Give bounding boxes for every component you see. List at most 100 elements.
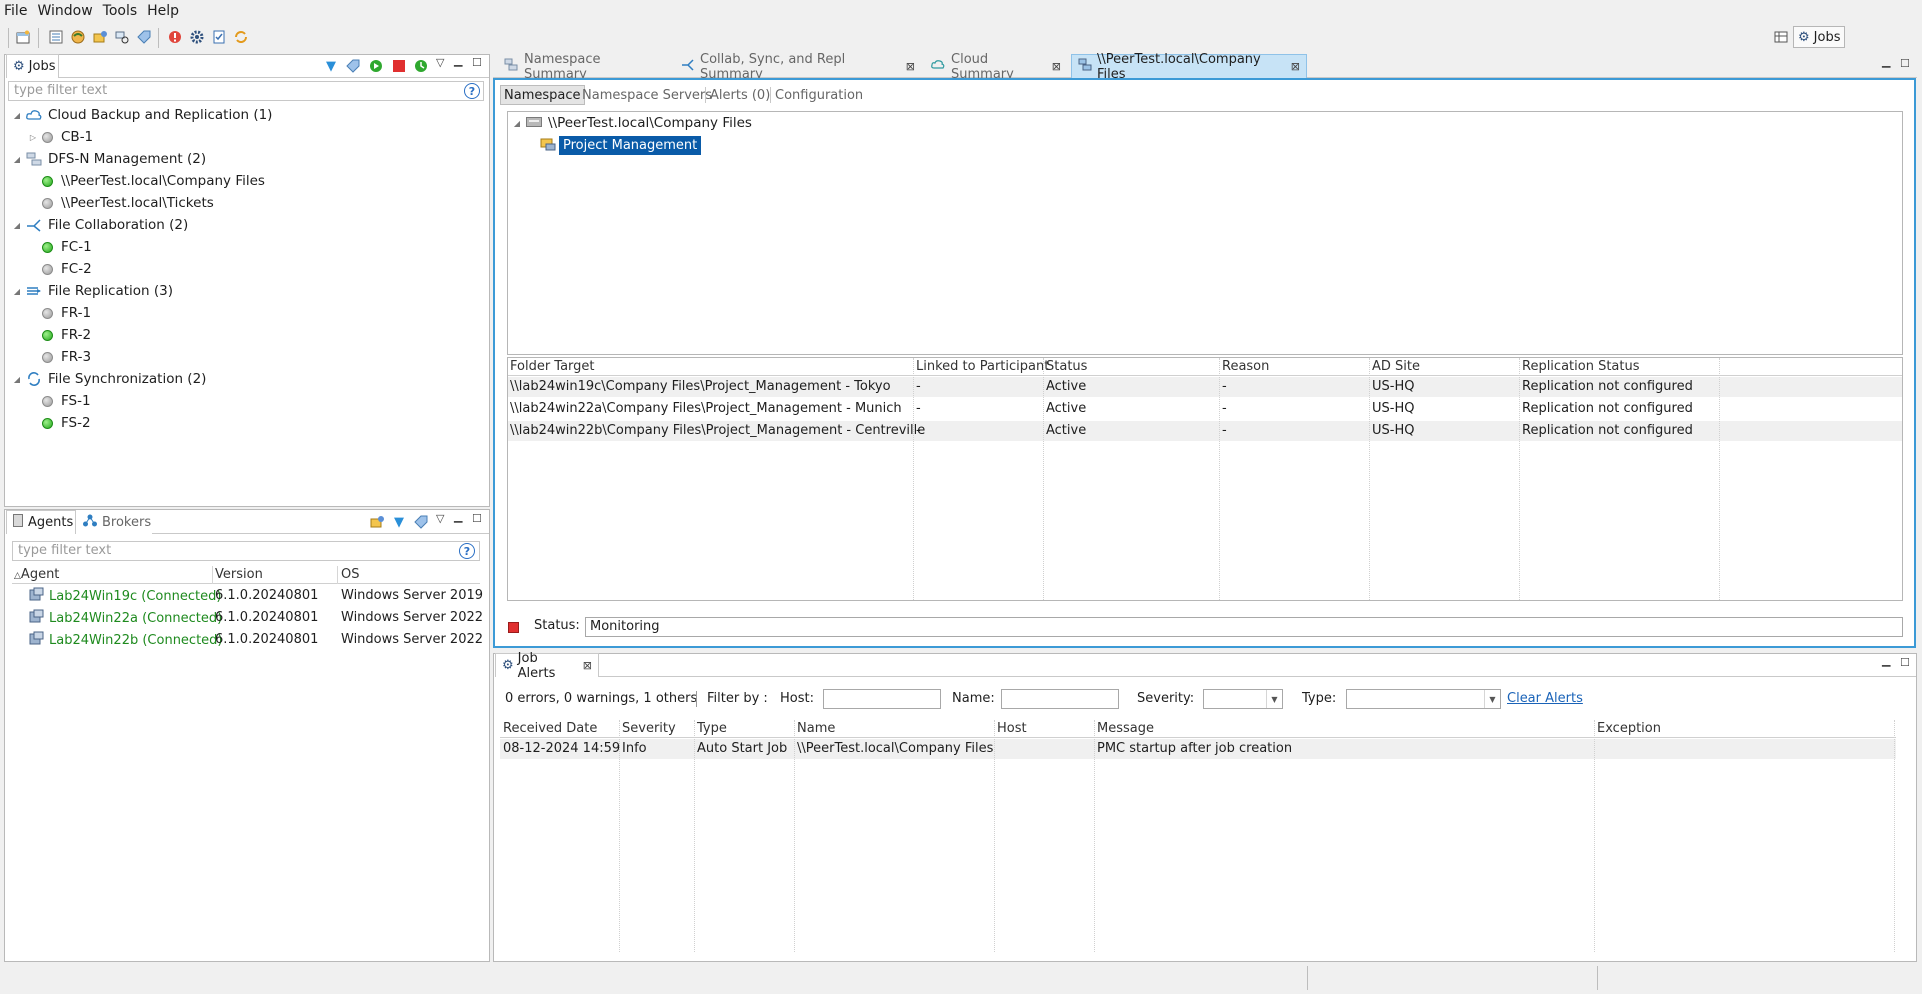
subtab-configuration[interactable]: Configuration — [772, 85, 866, 105]
collapse-icon[interactable]: ◢ — [12, 287, 22, 296]
filter-icon[interactable]: ▼ — [323, 58, 339, 74]
maximize-icon[interactable]: ☐ — [1900, 656, 1910, 669]
tab-cloud-summary[interactable]: Cloud Summary ⊠ — [924, 52, 1068, 82]
list-view-icon[interactable] — [48, 29, 64, 45]
tab-namespace-summary[interactable]: Namespace Summary — [497, 52, 669, 82]
tag-icon[interactable] — [413, 514, 429, 530]
close-tab-icon[interactable]: ⊠ — [906, 60, 915, 73]
tree-item-fr-1[interactable]: FR-1 — [42, 303, 91, 323]
subtab-namespace-servers[interactable]: Namespace Servers — [579, 85, 715, 105]
tag-icon[interactable] — [345, 58, 361, 74]
tree-category-replication[interactable]: ◢ File Replication (3) — [12, 281, 173, 301]
tab-brokers[interactable]: Brokers — [76, 510, 152, 534]
tab-job-alerts[interactable]: ⚙ Job Alerts ⊠ — [495, 651, 599, 681]
namespace-folder-project-management[interactable]: Project Management — [540, 135, 702, 155]
column-header-version[interactable]: Version — [215, 567, 263, 582]
tab-company-files[interactable]: \\PeerTest.local\Company Files ⊠ — [1071, 52, 1307, 82]
column-header-reason[interactable]: Reason — [1222, 359, 1269, 374]
agents-filter-input[interactable]: type filter text — [12, 541, 480, 561]
tree-category-dfsn[interactable]: ◢ DFS-N Management (2) — [12, 149, 206, 169]
stop-icon[interactable] — [508, 622, 519, 633]
column-header-status[interactable]: Status — [1046, 359, 1087, 374]
tree-item-fc-2[interactable]: FC-2 — [42, 259, 92, 279]
tree-item-fr-2[interactable]: FR-2 — [42, 325, 91, 345]
expand-icon[interactable]: ▷ — [28, 133, 38, 142]
folder-sync-icon[interactable] — [92, 29, 108, 45]
close-tab-icon[interactable]: ⊠ — [1052, 60, 1061, 73]
column-header-agent[interactable]: △Agent — [14, 567, 59, 582]
subtab-alerts[interactable]: Alerts (0) — [707, 85, 773, 105]
column-divider[interactable] — [212, 566, 213, 584]
column-header-folder-target[interactable]: Folder Target — [510, 359, 595, 374]
view-menu-icon[interactable]: ▽ — [436, 512, 444, 525]
collapse-icon[interactable]: ◢ — [12, 221, 22, 230]
minimize-icon[interactable]: ▁ — [1882, 654, 1890, 667]
column-header-type[interactable]: Type — [697, 721, 727, 736]
menu-tools[interactable]: Tools — [103, 3, 138, 19]
tree-item-fs-1[interactable]: FS-1 — [42, 391, 91, 411]
minimize-icon[interactable]: ▁ — [454, 54, 462, 67]
tree-category-cloud[interactable]: ◢ Cloud Backup and Replication (1) — [12, 105, 273, 125]
column-header-os[interactable]: OS — [341, 567, 359, 582]
column-header-replication-status[interactable]: Replication Status — [1522, 359, 1640, 374]
maximize-icon[interactable]: ☐ — [472, 56, 482, 69]
stop-job-icon[interactable] — [391, 58, 407, 74]
agent-row[interactable]: Lab24Win22b (Connected) — [28, 630, 223, 650]
name-filter-input[interactable] — [1001, 689, 1119, 709]
maximize-icon[interactable]: ☐ — [1900, 57, 1910, 70]
tree-item-tickets[interactable]: \\PeerTest.local\Tickets — [42, 193, 214, 213]
tab-jobs[interactable]: ⚙ Jobs — [6, 54, 59, 78]
help-icon[interactable]: ? — [459, 543, 475, 559]
collapse-icon[interactable]: ◢ — [12, 111, 22, 120]
menu-window[interactable]: Window — [37, 3, 92, 19]
column-header-exception[interactable]: Exception — [1597, 721, 1661, 736]
column-header-received-date[interactable]: Received Date — [503, 721, 597, 736]
minimize-icon[interactable]: ▁ — [1882, 55, 1890, 68]
clear-alerts-link[interactable]: Clear Alerts — [1507, 691, 1583, 706]
view-menu-icon[interactable]: ▽ — [436, 56, 444, 69]
open-perspective-icon[interactable] — [1773, 29, 1789, 45]
namespace-root[interactable]: ◢ \\PeerTest.local\Company Files — [512, 113, 752, 133]
menu-help[interactable]: Help — [147, 3, 179, 19]
column-header-linked[interactable]: Linked to Participant — [916, 359, 1049, 374]
column-header-name[interactable]: Name — [797, 721, 835, 736]
network-search-icon[interactable] — [114, 29, 130, 45]
tree-category-collab[interactable]: ◢ File Collaboration (2) — [12, 215, 188, 235]
alert-icon[interactable] — [167, 29, 183, 45]
collapse-icon[interactable]: ◢ — [12, 375, 22, 384]
subtab-namespace[interactable]: Namespace — [500, 85, 585, 105]
column-header-host[interactable]: Host — [997, 721, 1027, 736]
clipboard-check-icon[interactable] — [211, 29, 227, 45]
severity-select[interactable]: ▼ — [1203, 689, 1283, 709]
type-select[interactable]: ▼ — [1346, 689, 1501, 709]
filter-icon[interactable]: ▼ — [391, 514, 407, 530]
tree-category-sync[interactable]: ◢ File Synchronization (2) — [12, 369, 207, 389]
tag-icon[interactable] — [136, 29, 152, 45]
jobs-filter-input[interactable]: type filter text — [8, 81, 484, 101]
menu-file[interactable]: File — [4, 3, 27, 19]
gear-icon[interactable] — [189, 29, 205, 45]
tree-item-company-files[interactable]: \\PeerTest.local\Company Files — [42, 171, 265, 191]
close-tab-icon[interactable]: ⊠ — [1291, 60, 1300, 73]
tree-item-fc-1[interactable]: FC-1 — [42, 237, 92, 257]
column-header-message[interactable]: Message — [1097, 721, 1154, 736]
agent-row[interactable]: Lab24Win19c (Connected) — [28, 586, 221, 606]
close-tab-icon[interactable]: ⊠ — [583, 659, 592, 672]
column-header-severity[interactable]: Severity — [622, 721, 676, 736]
tree-item-fr-3[interactable]: FR-3 — [42, 347, 91, 367]
host-filter-input[interactable] — [823, 689, 941, 709]
run-clock-icon[interactable] — [413, 58, 429, 74]
refresh-icon[interactable] — [233, 29, 249, 45]
agent-row[interactable]: Lab24Win22a (Connected) — [28, 608, 222, 628]
maximize-icon[interactable]: ☐ — [472, 512, 482, 525]
collapse-icon[interactable]: ◢ — [12, 155, 22, 164]
collapse-icon[interactable]: ◢ — [512, 119, 522, 128]
column-divider[interactable] — [337, 566, 338, 584]
tab-collab-summary[interactable]: Collab, Sync, and Repl Summary ⊠ — [674, 52, 922, 82]
tree-item-cb-1[interactable]: ▷ CB-1 — [28, 127, 93, 147]
tab-agents[interactable]: Agents — [6, 510, 76, 534]
new-job-icon[interactable] — [15, 29, 31, 45]
tree-item-fs-2[interactable]: FS-2 — [42, 413, 91, 433]
column-header-ad-site[interactable]: AD Site — [1372, 359, 1420, 374]
folder-sync-icon[interactable] — [369, 514, 385, 530]
